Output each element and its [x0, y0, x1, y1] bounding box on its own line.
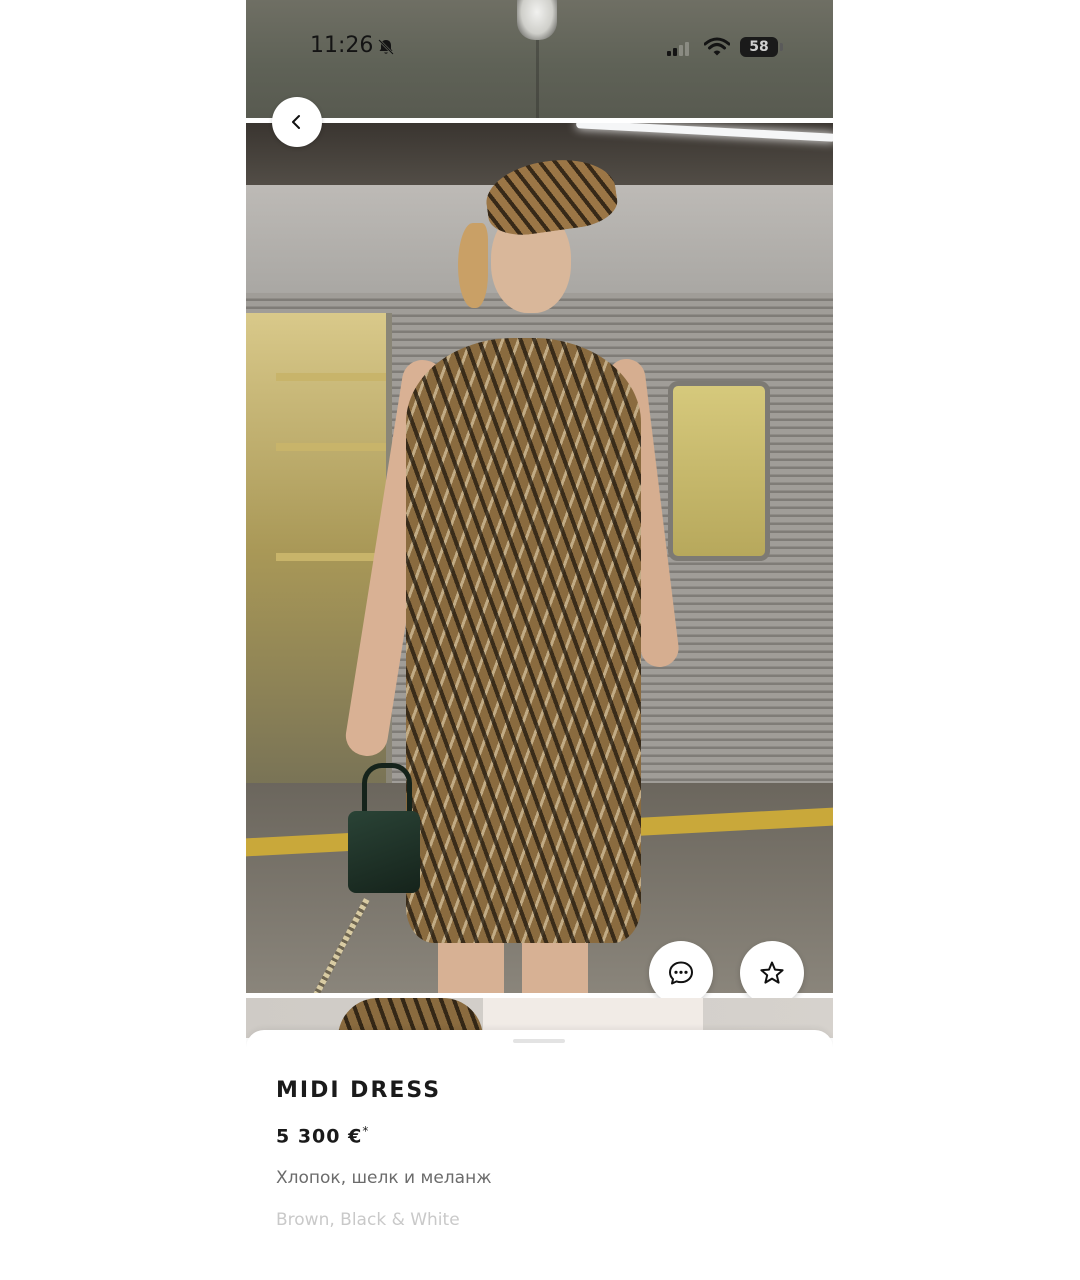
product-colors: Brown, Black & White — [276, 1210, 460, 1230]
product-price-value: 5 300 € — [276, 1125, 363, 1148]
favorite-button[interactable] — [740, 941, 804, 1005]
product-title: MIDI DRESS — [276, 1078, 442, 1103]
cellular-signal-icon — [667, 42, 689, 56]
product-photo[interactable] — [246, 123, 833, 993]
product-material: Хлопок, шелк и меланж — [276, 1168, 492, 1188]
product-info-sheet[interactable]: MIDI DRESS 5 300 €* Хлопок, шелк и мелан… — [246, 1030, 833, 1280]
wifi-icon — [704, 37, 730, 56]
product-price: 5 300 €* — [276, 1124, 369, 1147]
battery-icon: 58 — [740, 37, 783, 57]
status-time: 11:26 — [310, 33, 374, 58]
price-footnote-mark: * — [362, 1124, 370, 1138]
photo-model-dress — [406, 338, 641, 943]
chat-bubble-icon — [669, 961, 693, 985]
photo-door-bar — [276, 553, 386, 561]
photo-door-bar — [276, 443, 386, 451]
status-bar: 11:26 58 — [246, 30, 833, 64]
bell-slash-icon — [378, 39, 394, 55]
sheet-grabber[interactable] — [513, 1039, 565, 1043]
back-button[interactable] — [272, 97, 322, 147]
photo-bag — [348, 811, 420, 893]
app-screen: 11:26 58 MIDI DRESS 5 300 €* Хлопок, шел… — [246, 0, 833, 1280]
photo-door-bar — [276, 373, 386, 381]
photo-model-hair — [458, 223, 488, 308]
chevron-left-icon — [292, 115, 300, 129]
star-outline-icon — [760, 961, 784, 984]
chat-button[interactable] — [649, 941, 713, 1005]
photo-train-window — [668, 381, 770, 561]
